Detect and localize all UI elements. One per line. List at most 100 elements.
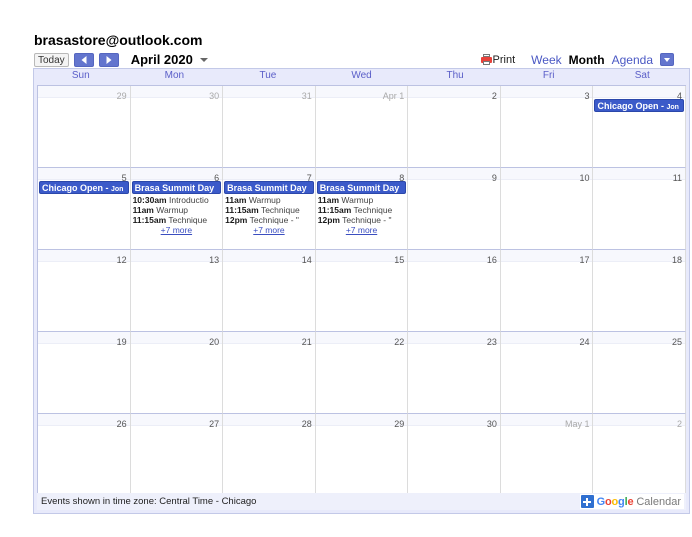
day-cell[interactable]: 20: [130, 332, 224, 414]
event-time: 11:15am: [225, 205, 259, 215]
day-cell[interactable]: 6 Brasa Summit Day 10:30am Introductio 11am…: [130, 168, 224, 250]
day-cell[interactable]: 21: [223, 332, 316, 414]
day-number-band: 18: [593, 250, 686, 265]
print-button[interactable]: Print: [480, 54, 515, 66]
month-grid: 29 30 31 Apr 1 2 3 4 Chicago Open - Jon 5 Chicago…: [37, 85, 687, 496]
day-cell[interactable]: 8 Brasa Summit Day 11am Warmup 11:15am Tech…: [315, 168, 409, 250]
day-cell[interactable]: 17: [500, 250, 594, 332]
tab-week[interactable]: Week: [531, 53, 561, 67]
timed-event[interactable]: 11am Warmup: [317, 195, 407, 205]
day-number-band: 26: [38, 414, 130, 429]
day-cell[interactable]: 29: [315, 414, 409, 496]
timed-event[interactable]: 11am Warmup: [132, 205, 222, 215]
day-number-band: 20: [130, 332, 223, 347]
view-options-button[interactable]: [660, 53, 674, 66]
day-cell[interactable]: 16: [408, 250, 501, 332]
day-number: 26: [116, 419, 127, 429]
more-events-link[interactable]: +7 more: [317, 225, 407, 236]
day-cell[interactable]: 11: [593, 168, 687, 250]
event-time: 11am: [317, 195, 340, 205]
day-number: 5: [121, 173, 127, 183]
calendar-toolbar: Today April 2020: [34, 51, 208, 68]
plus-icon[interactable]: [580, 495, 594, 508]
day-number-band: 9: [408, 168, 500, 183]
all-day-event[interactable]: Brasa Summit Day: [131, 181, 222, 194]
tab-month[interactable]: Month: [569, 53, 605, 67]
day-number-band: 6: [130, 168, 223, 183]
day-cell[interactable]: 24: [500, 332, 594, 414]
day-cell[interactable]: 9: [408, 168, 501, 250]
day-cell[interactable]: 2: [408, 86, 501, 168]
day-number-band: 10: [500, 168, 593, 183]
day-number-band: 7: [223, 168, 315, 183]
day-number-band: 17: [500, 250, 593, 265]
day-number-band: 14: [223, 250, 315, 265]
day-cell[interactable]: 27: [130, 414, 224, 496]
chevron-down-icon[interactable]: [199, 57, 208, 62]
google-calendar-logo[interactable]: Google Calendar: [579, 494, 684, 509]
dow-thu: Thu: [446, 70, 464, 81]
day-cell[interactable]: 18: [593, 250, 687, 332]
day-cell[interactable]: 30: [130, 86, 224, 168]
day-cell[interactable]: 12: [38, 250, 131, 332]
all-day-event[interactable]: Brasa Summit Day: [224, 181, 314, 194]
day-number: 2: [677, 419, 683, 429]
more-events-link[interactable]: +7 more: [132, 225, 222, 236]
day-cell[interactable]: 22: [315, 332, 409, 414]
timed-event[interactable]: 10:30am Introductio: [132, 195, 222, 205]
more-events-link[interactable]: +7 more: [224, 225, 314, 236]
google-calendar-embed: brasastore@outlook.com Today April 2020 …: [0, 0, 692, 537]
timed-event[interactable]: 12pm Technique - ": [224, 215, 314, 225]
day-cell[interactable]: 19: [38, 332, 131, 414]
day-number-band: 19: [38, 332, 130, 347]
all-day-event[interactable]: Brasa Summit Day: [316, 181, 407, 194]
day-cell[interactable]: 15: [315, 250, 409, 332]
day-cell[interactable]: 14: [223, 250, 316, 332]
timed-event[interactable]: 12pm Technique - ": [317, 215, 407, 225]
day-number: 9: [491, 173, 497, 183]
day-cell[interactable]: 26: [38, 414, 131, 496]
day-cell[interactable]: Apr 1: [315, 86, 409, 168]
timezone-note: Events shown in time zone: Central Time …: [41, 496, 257, 507]
dow-mon: Mon: [164, 70, 185, 81]
day-cell[interactable]: 30: [408, 414, 501, 496]
day-cell[interactable]: 25: [593, 332, 687, 414]
next-month-button[interactable]: [98, 52, 119, 67]
day-cell[interactable]: 2: [593, 414, 687, 496]
day-number-band: 8: [315, 168, 408, 183]
all-day-event[interactable]: Chicago Open - Jon: [594, 99, 685, 112]
timed-event[interactable]: 11:15am Technique: [132, 215, 222, 225]
day-cell[interactable]: 5 Chicago Open - Jon: [38, 168, 131, 250]
day-cell[interactable]: 3: [500, 86, 594, 168]
day-cell[interactable]: May 1: [500, 414, 594, 496]
event-name: Warmup: [248, 195, 281, 205]
day-cell[interactable]: 29: [38, 86, 131, 168]
day-cell[interactable]: 23: [408, 332, 501, 414]
day-cell[interactable]: 7 Brasa Summit Day 11am Warmup 11:15am Tech…: [223, 168, 316, 250]
day-number: 3: [584, 91, 590, 101]
event-time: 12pm: [317, 215, 340, 225]
week-row: 12 13 14 15 16 17 18: [38, 250, 687, 332]
all-day-event[interactable]: Chicago Open - Jon: [39, 181, 129, 194]
day-number-band: 23: [408, 332, 500, 347]
day-cell[interactable]: 10: [500, 168, 594, 250]
previous-month-button[interactable]: [73, 52, 94, 67]
day-number: 6: [214, 173, 220, 183]
week-row: 5 Chicago Open - Jon 6 Brasa Summit Day 10:3…: [38, 168, 687, 250]
day-events: [408, 98, 500, 99]
timed-event[interactable]: 11am Warmup: [224, 195, 314, 205]
printer-icon: [480, 54, 492, 65]
today-button[interactable]: Today: [34, 52, 69, 67]
day-events: [593, 426, 685, 427]
event-title: Brasa Summit Day: [319, 183, 400, 193]
day-cell[interactable]: 28: [223, 414, 316, 496]
timed-event[interactable]: 11:15am Technique: [317, 205, 407, 215]
day-cell[interactable]: 4 Chicago Open - Jon: [593, 86, 687, 168]
day-number-band: 21: [223, 332, 315, 347]
timed-event[interactable]: 11:15am Technique: [224, 205, 314, 215]
day-cell[interactable]: 13: [130, 250, 224, 332]
week-row: 29 30 31 Apr 1 2 3 4 Chicago Open - Jon: [38, 86, 687, 168]
day-cell[interactable]: 31: [223, 86, 316, 168]
day-number: 20: [209, 337, 220, 347]
tab-agenda[interactable]: Agenda: [612, 53, 653, 67]
